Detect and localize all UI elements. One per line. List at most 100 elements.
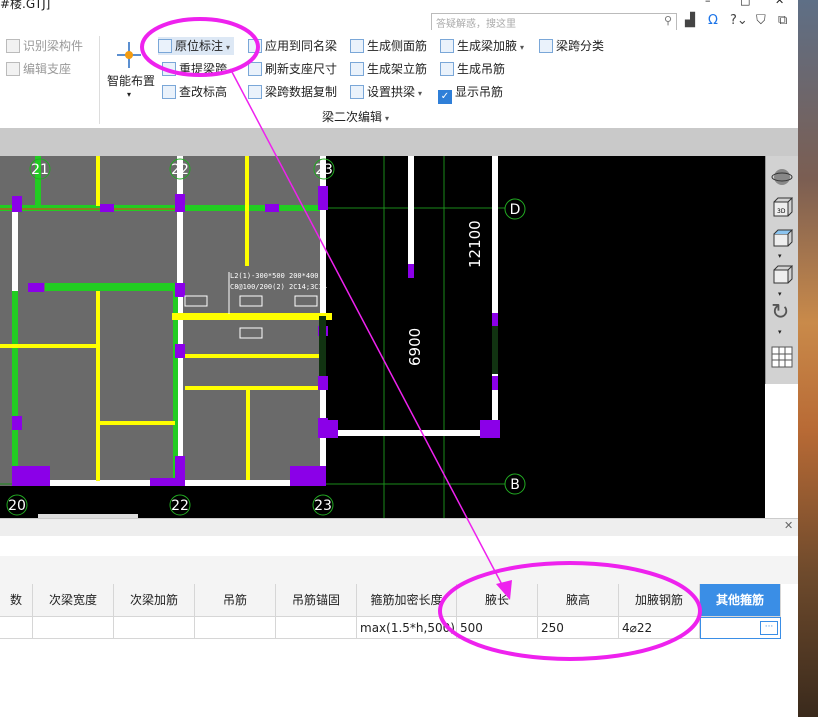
rotate-icon[interactable]: ↻ [771, 300, 789, 325]
table-cell[interactable] [276, 617, 357, 639]
restore-icon[interactable]: ⧉ [778, 13, 787, 28]
show-hanger-checkbox[interactable]: ✓ 显示吊筋 [438, 83, 503, 104]
haunch-icon [440, 39, 454, 53]
edit-elevation-button[interactable]: 查改标高 [162, 83, 227, 101]
elevation-icon [162, 85, 176, 99]
table-cell[interactable] [0, 617, 33, 639]
pencil-icon [6, 62, 20, 76]
col-header-stirrup-dense-length[interactable]: 箍筋加密长度 [357, 584, 457, 617]
beam-yellow-2 [96, 291, 100, 481]
search-box[interactable]: 答疑解惑，搜这里 ⚲ [431, 13, 677, 31]
chevron-down-icon: ▾ [520, 43, 525, 52]
gen-erection-rebar-button[interactable]: 生成架立筋 [350, 60, 427, 78]
gen-haunch-button[interactable]: 生成梁加腋 ▾ [440, 37, 524, 55]
panel-subbar [0, 556, 798, 585]
shirt-icon[interactable]: ⛉ [756, 13, 766, 28]
table-cell[interactable] [33, 617, 114, 639]
beam-yellow-6 [185, 354, 320, 358]
col-header-secondary-beam-width[interactable]: 次梁宽度 [33, 584, 114, 617]
col-header-count[interactable]: 数 [0, 584, 33, 617]
minimize-button[interactable]: – [705, 0, 711, 7]
grid-label-22-bottom: 22 [171, 498, 189, 514]
copy-span-data-button[interactable]: 梁跨数据复制 [248, 83, 337, 101]
maximize-button[interactable]: □ [740, 0, 750, 7]
dim-12100: 12100 [466, 220, 484, 268]
stirrup-dense-length-cell[interactable]: max(1.5*h,500) [357, 617, 457, 639]
erection-rebar-icon [350, 62, 364, 76]
more-options-button[interactable]: ··· [760, 621, 778, 635]
grid-label-20-bottom: 20 [8, 498, 26, 514]
beam-green-v3 [12, 291, 18, 481]
grid-label-23: 23 [315, 162, 333, 178]
chevron-down-icon: ▾ [226, 43, 231, 52]
gen-side-rebar-button[interactable]: 生成侧面筋 [350, 37, 427, 55]
beam-yellow-1 [96, 156, 100, 206]
haunch-rebar-cell[interactable]: 4⌀22 [619, 617, 700, 639]
drawing-canvas[interactable]: L2(1)-300*500 200*400 C8@100/200(2) 2C14… [0, 156, 765, 518]
wall-lower-right [325, 430, 500, 436]
apply-icon [248, 39, 262, 53]
dim-6900: 6900 [406, 328, 424, 366]
view-toolbar-empty [765, 384, 798, 518]
chevron-down-icon[interactable]: ▾ [778, 328, 782, 336]
span-classify-button[interactable]: 梁跨分类 [539, 37, 604, 55]
ribbon-group-label[interactable]: 梁二次编辑 ▾ [322, 108, 389, 125]
smart-layout-button[interactable]: 智能布置 [107, 72, 155, 90]
chart-icon[interactable]: ▟ [685, 13, 695, 28]
orbit-icon[interactable] [771, 166, 793, 188]
identify-icon [6, 39, 20, 53]
axis-label-b: B [510, 477, 520, 493]
axis-label-d: D [510, 202, 521, 218]
gen-hanger-button[interactable]: 生成吊筋 [440, 60, 505, 78]
col-header-haunch-length[interactable]: 腋长 [457, 584, 538, 617]
haunch-height-cell[interactable]: 250 [538, 617, 619, 639]
identify-beam-button[interactable]: 识别梁构件 [6, 37, 83, 55]
smart-layout-icon[interactable] [115, 40, 143, 70]
edit-support-button[interactable]: 编辑支座 [6, 60, 71, 78]
apply-same-name-button[interactable]: 应用到同名梁 [248, 37, 337, 55]
chevron-down-icon[interactable]: ▾ [778, 290, 782, 298]
haunch-length-cell[interactable]: 500 [457, 617, 538, 639]
beam-note-line2: C8@100/200(2) 2C14;3C14 [230, 283, 327, 291]
beam-yellow-7 [246, 388, 250, 480]
refresh-icon [248, 62, 262, 76]
col-header-hanger-anchor[interactable]: 吊筋锚固 [276, 584, 357, 617]
grid-view-icon[interactable] [771, 346, 793, 368]
col-header-haunch-height[interactable]: 腋高 [538, 584, 619, 617]
span-icon [162, 62, 176, 76]
arch-icon [350, 85, 364, 99]
beam-note-line1: L2(1)-300*500 200*400 [230, 272, 319, 280]
table-cell[interactable] [114, 617, 195, 639]
close-icon[interactable]: ✕ [784, 519, 793, 532]
original-mark-button[interactable]: 原位标注 ▾ [158, 37, 235, 55]
copy-icon [248, 85, 262, 99]
side-rebar-icon [350, 39, 364, 53]
recalc-span-button[interactable]: 重提梁跨 ▾ [162, 60, 234, 78]
checkbox-checked-icon: ✓ [438, 90, 452, 104]
top-view-icon[interactable] [771, 228, 793, 250]
set-arch-beam-button[interactable]: 设置拱梁 ▾ [350, 83, 422, 101]
grid-label-22: 22 [171, 162, 189, 178]
col-header-hanger[interactable]: 吊筋 [195, 584, 276, 617]
view-toolbar: 3D ▾ ▾ ↻ ▾ [765, 156, 799, 384]
refresh-support-button[interactable]: 刷新支座尺寸 [248, 60, 337, 78]
help-icon[interactable]: ?⌄ [730, 13, 748, 28]
col-header-haunch-rebar[interactable]: 加腋钢筋 [619, 584, 700, 617]
close-button[interactable]: ✕ [775, 0, 784, 7]
beam-yellow-3 [245, 156, 249, 266]
classify-icon [539, 39, 553, 53]
table-cell[interactable] [195, 617, 276, 639]
search-icon[interactable]: ⚲ [664, 14, 672, 27]
smart-layout-caret[interactable]: ▾ [127, 90, 131, 99]
chevron-down-icon[interactable]: ▾ [778, 252, 782, 260]
box-view-icon[interactable] [771, 264, 793, 286]
search-placeholder: 答疑解惑，搜这里 [436, 19, 516, 30]
headset-icon[interactable]: Ω [708, 13, 718, 28]
col-header-other-stirrup[interactable]: 其他箍筋 [700, 584, 781, 617]
wall-far-right [492, 156, 498, 436]
chevron-down-icon: ▾ [230, 66, 235, 75]
3d-view-icon[interactable]: 3D [771, 196, 793, 218]
cad-drawing: L2(1)-300*500 200*400 C8@100/200(2) 2C14… [0, 156, 765, 518]
beam-dark-green-2 [492, 326, 498, 374]
col-header-secondary-beam-rebar[interactable]: 次梁加筋 [114, 584, 195, 617]
